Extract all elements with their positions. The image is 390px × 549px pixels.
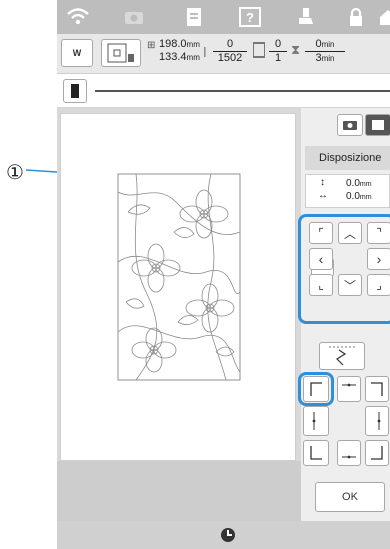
color-total: 1	[274, 52, 282, 64]
move-down-left-button[interactable]: ⌞	[309, 274, 333, 296]
embroidery-frame-button[interactable]: W	[61, 39, 93, 67]
quilt-pattern[interactable]	[116, 172, 242, 382]
wifi-icon[interactable]	[65, 4, 91, 30]
w-label: W	[72, 48, 82, 58]
hourglass-icon: ⧗	[291, 42, 301, 57]
middle-right-icon	[377, 412, 381, 430]
thread-color-button[interactable]	[63, 79, 87, 103]
arrow-left-icon: ‹	[318, 251, 324, 267]
start-point-button[interactable]	[319, 342, 365, 370]
horizontal-offset-icon: ↔	[318, 190, 328, 201]
document-icon[interactable]	[181, 4, 207, 30]
corner-up-right-icon: ⌝	[376, 226, 382, 240]
position-bottom-center-button[interactable]	[337, 440, 361, 466]
layout-panel: Disposizione ↕ 0.0mm ↔ 0.0mm ⌜ ︿ ⌝ ‹ › ⌞…	[298, 108, 390, 521]
position-bottom-right-button[interactable]	[365, 440, 389, 466]
width-unit: mm	[186, 40, 200, 49]
bottom-gray-band	[57, 461, 301, 521]
position-top-center-button[interactable]	[337, 376, 361, 402]
lock-icon[interactable]	[343, 4, 369, 30]
stitch-path-icon	[329, 346, 355, 366]
time-elapsed-unit: min	[321, 40, 335, 49]
corner-up-left-icon: ⌜	[318, 226, 324, 240]
height-unit: mm	[186, 53, 200, 62]
corner-top-left-icon	[310, 382, 322, 396]
panel-title: Disposizione	[305, 146, 390, 170]
move-up-button[interactable]: ︿	[338, 222, 362, 244]
offset-display: ↕ 0.0mm ↔ 0.0mm	[305, 174, 390, 208]
presser-foot-icon[interactable]	[293, 4, 319, 30]
frame-size-button[interactable]	[101, 39, 141, 67]
move-right-button[interactable]: ›	[367, 248, 390, 270]
needle-icon: ǀ	[203, 44, 207, 60]
vertical-offset-unit: mm	[359, 181, 372, 188]
bottom-center-icon	[342, 455, 356, 459]
corner-down-left-icon: ⌞	[318, 278, 324, 292]
color-count: 0	[269, 38, 287, 52]
position-middle-left-button[interactable]	[303, 406, 329, 436]
thread-progress-line	[95, 90, 390, 92]
footer-bar	[57, 521, 390, 549]
top-center-icon	[342, 383, 356, 387]
corner-bottom-right-icon	[371, 446, 383, 460]
pattern-height: 133.4	[159, 51, 187, 63]
svg-text:?: ?	[246, 10, 254, 25]
camera-view-button[interactable]	[337, 114, 363, 136]
vertical-offset-icon: ↕	[320, 177, 325, 188]
frame-size-icon	[107, 43, 134, 63]
move-down-right-button[interactable]: ⌟	[367, 274, 390, 296]
horizontal-offset-unit: mm	[359, 194, 372, 201]
pattern-width: 198.0	[159, 38, 187, 50]
move-left-button[interactable]: ‹	[309, 248, 333, 270]
stitch-count: 0	[213, 38, 247, 52]
position-bottom-left-button[interactable]	[303, 440, 329, 466]
camera-view-icon	[343, 121, 357, 130]
middle-left-icon	[312, 412, 316, 430]
position-middle-right-button[interactable]	[365, 406, 389, 436]
arrow-down-icon: ﹀	[343, 278, 356, 293]
time-total-unit: min	[321, 54, 335, 63]
pattern-info-bar: W ⊞ 198.0mm 133.4mm ǀ 0 1502 0 1 ⧗ 0min …	[57, 34, 390, 74]
ok-button[interactable]: OK	[315, 482, 385, 512]
corner-bottom-left-icon	[310, 446, 322, 460]
camera-icon[interactable]	[121, 4, 147, 30]
thread-icon	[71, 84, 79, 98]
corner-top-right-icon	[371, 382, 383, 396]
size-icon: ⊞	[147, 40, 156, 51]
screen-view-button[interactable]	[365, 114, 390, 136]
arrow-right-icon: ›	[376, 251, 382, 267]
thread-spool-icon	[253, 42, 265, 58]
position-top-left-button[interactable]	[303, 376, 329, 402]
top-toolbar: ?	[57, 0, 390, 34]
help-icon[interactable]: ?	[237, 4, 263, 30]
arrow-up-icon: ︿	[343, 226, 356, 241]
screen-view-icon	[372, 120, 384, 130]
stitch-total: 1502	[217, 52, 243, 64]
move-down-button[interactable]: ﹀	[338, 274, 362, 296]
move-up-left-button[interactable]: ⌜	[309, 222, 333, 244]
corner-down-right-icon: ⌟	[376, 278, 382, 292]
clock-icon	[221, 528, 235, 542]
ok-label: OK	[342, 491, 358, 503]
thread-color-row	[57, 74, 390, 108]
position-top-right-button[interactable]	[365, 376, 389, 402]
horizontal-offset: 0.0	[346, 191, 360, 202]
move-up-right-button[interactable]: ⌝	[367, 222, 390, 244]
home-icon[interactable]	[375, 4, 390, 30]
vertical-offset: 0.0	[346, 178, 360, 189]
